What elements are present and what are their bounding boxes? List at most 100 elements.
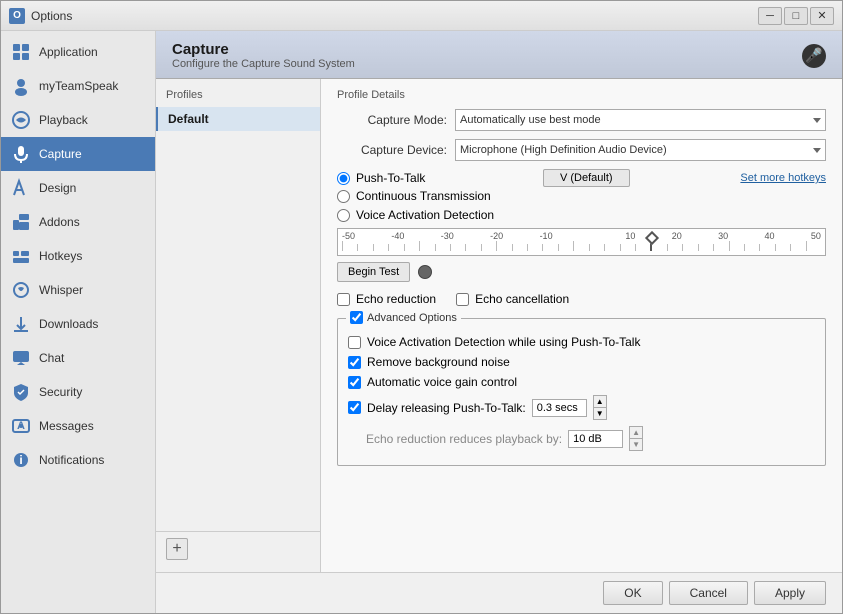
auto-gain-label: Automatic voice gain control xyxy=(367,375,517,389)
capture-icon xyxy=(11,144,31,164)
sidebar-label-capture: Capture xyxy=(39,147,82,161)
profiles-panel: Profiles Default + xyxy=(156,79,321,572)
test-row: Begin Test xyxy=(337,262,826,282)
sidebar-label-playback: Playback xyxy=(39,113,88,127)
echo-playback-spinner[interactable]: ▲ ▼ xyxy=(629,426,643,451)
settings-panel: Profile Details Capture Mode: Automatica… xyxy=(321,79,842,572)
echo-reduction-row: Echo reduction xyxy=(337,292,436,306)
sidebar-item-downloads[interactable]: Downloads xyxy=(1,307,155,341)
echo-reduction-checkbox[interactable] xyxy=(337,293,350,306)
remove-bg-checkbox[interactable] xyxy=(348,356,361,369)
sidebar-item-notifications[interactable]: i Notifications xyxy=(1,443,155,477)
set-more-hotkeys-link[interactable]: Set more hotkeys xyxy=(740,172,826,184)
downloads-icon xyxy=(11,314,31,334)
ok-button[interactable]: OK xyxy=(603,581,662,605)
playback-icon xyxy=(11,110,31,130)
messages-icon: A xyxy=(11,416,31,436)
header-title: Capture xyxy=(172,41,355,58)
delay-value-input[interactable] xyxy=(532,399,587,417)
voice-activation-radio[interactable] xyxy=(337,209,350,222)
push-to-talk-radio[interactable] xyxy=(337,172,350,185)
maximize-button[interactable]: □ xyxy=(784,7,808,25)
sidebar-item-chat[interactable]: Chat xyxy=(1,341,155,375)
sidebar-item-hotkeys[interactable]: Hotkeys xyxy=(1,239,155,273)
delay-releasing-label: Delay releasing Push-To-Talk: xyxy=(367,401,526,415)
remove-bg-row: Remove background noise xyxy=(348,355,815,369)
advanced-options-checkbox[interactable] xyxy=(350,311,363,324)
options-window: O Options ─ □ ✕ Application myTeamSpeak xyxy=(0,0,843,614)
vu-ticks xyxy=(338,237,825,251)
sidebar-label-application: Application xyxy=(39,45,98,59)
vad-push-label: Voice Activation Detection while using P… xyxy=(367,335,640,349)
sidebar: Application myTeamSpeak Playback xyxy=(1,31,156,613)
sidebar-item-capture[interactable]: Capture xyxy=(1,137,155,171)
sidebar-item-whisper[interactable]: Whisper xyxy=(1,273,155,307)
sidebar-label-downloads: Downloads xyxy=(39,317,98,331)
minimize-button[interactable]: ─ xyxy=(758,7,782,25)
svg-text:i: i xyxy=(19,453,22,467)
delay-releasing-checkbox[interactable] xyxy=(348,401,361,414)
vad-push-checkbox[interactable] xyxy=(348,336,361,349)
delay-spinner[interactable]: ▲ ▼ xyxy=(593,395,607,420)
design-icon xyxy=(11,178,31,198)
capture-mode-label: Capture Mode: xyxy=(337,113,447,127)
sidebar-label-addons: Addons xyxy=(39,215,80,229)
continuous-transmission-radio[interactable] xyxy=(337,190,350,203)
add-profile-button[interactable]: + xyxy=(166,538,188,560)
sidebar-label-whisper: Whisper xyxy=(39,283,83,297)
sidebar-item-addons[interactable]: Addons xyxy=(1,205,155,239)
window-body: Application myTeamSpeak Playback xyxy=(1,31,842,613)
echo-cancellation-checkbox[interactable] xyxy=(456,293,469,306)
echo-reduction-label: Echo reduction xyxy=(356,292,436,306)
advanced-options-group: Advanced Options Voice Activation Detect… xyxy=(337,318,826,466)
echo-cancellation-label: Echo cancellation xyxy=(475,292,569,306)
sidebar-item-application[interactable]: Application xyxy=(1,35,155,69)
voice-activation-label: Voice Activation Detection xyxy=(356,208,494,222)
remove-bg-label: Remove background noise xyxy=(367,355,510,369)
advanced-options-legend: Advanced Options xyxy=(346,311,461,324)
sidebar-item-messages[interactable]: A Messages xyxy=(1,409,155,443)
sidebar-label-design: Design xyxy=(39,181,76,195)
apply-button[interactable]: Apply xyxy=(754,581,826,605)
profiles-header: Profiles xyxy=(156,85,320,107)
sidebar-item-myteamspeak[interactable]: myTeamSpeak xyxy=(1,69,155,103)
title-bar: O Options ─ □ ✕ xyxy=(1,1,842,31)
content-area: Profiles Default + Profile Details Captu… xyxy=(156,79,842,572)
hotkeys-icon xyxy=(11,246,31,266)
content-header: Capture Configure the Capture Sound Syst… xyxy=(156,31,842,79)
cancel-button[interactable]: Cancel xyxy=(669,581,748,605)
bottom-bar: OK Cancel Apply xyxy=(156,572,842,613)
mic-icon: 🎤 xyxy=(802,44,826,68)
auto-gain-checkbox[interactable] xyxy=(348,376,361,389)
sidebar-item-design[interactable]: Design xyxy=(1,171,155,205)
vu-meter: -50-40-30-20-101020304050 xyxy=(337,228,826,256)
echo-playback-label: Echo reduction reduces playback by: xyxy=(366,432,562,446)
hotkey-button[interactable]: V (Default) xyxy=(543,169,630,187)
push-to-talk-label: Push-To-Talk xyxy=(356,171,425,185)
continuous-transmission-label: Continuous Transmission xyxy=(356,189,491,203)
sidebar-label-messages: Messages xyxy=(39,419,94,433)
delay-releasing-row: Delay releasing Push-To-Talk: ▲ ▼ xyxy=(348,395,815,420)
window-controls: ─ □ ✕ xyxy=(758,7,834,25)
close-button[interactable]: ✕ xyxy=(810,7,834,25)
echo-cancellation-row: Echo cancellation xyxy=(456,292,569,306)
sidebar-item-security[interactable]: Security xyxy=(1,375,155,409)
sidebar-label-notifications: Notifications xyxy=(39,453,104,467)
sidebar-label-hotkeys: Hotkeys xyxy=(39,249,82,263)
echo-playback-input[interactable] xyxy=(568,430,623,448)
sidebar-label-myteamspeak: myTeamSpeak xyxy=(39,79,118,93)
header-left: Capture Configure the Capture Sound Syst… xyxy=(172,41,355,70)
auto-gain-row: Automatic voice gain control xyxy=(348,375,815,389)
chat-icon xyxy=(11,348,31,368)
push-to-talk-row: Push-To-Talk V (Default) Set more hotkey… xyxy=(337,169,826,187)
security-icon xyxy=(11,382,31,402)
begin-test-button[interactable]: Begin Test xyxy=(337,262,410,282)
continuous-transmission-row: Continuous Transmission xyxy=(337,189,826,203)
capture-mode-select[interactable]: Automatically use best mode xyxy=(455,109,826,131)
voice-activation-row: Voice Activation Detection xyxy=(337,208,826,222)
profile-default[interactable]: Default xyxy=(156,107,320,131)
test-indicator xyxy=(418,265,432,279)
capture-device-select[interactable]: Microphone (High Definition Audio Device… xyxy=(455,139,826,161)
sidebar-item-playback[interactable]: Playback xyxy=(1,103,155,137)
app-icon xyxy=(11,42,31,62)
